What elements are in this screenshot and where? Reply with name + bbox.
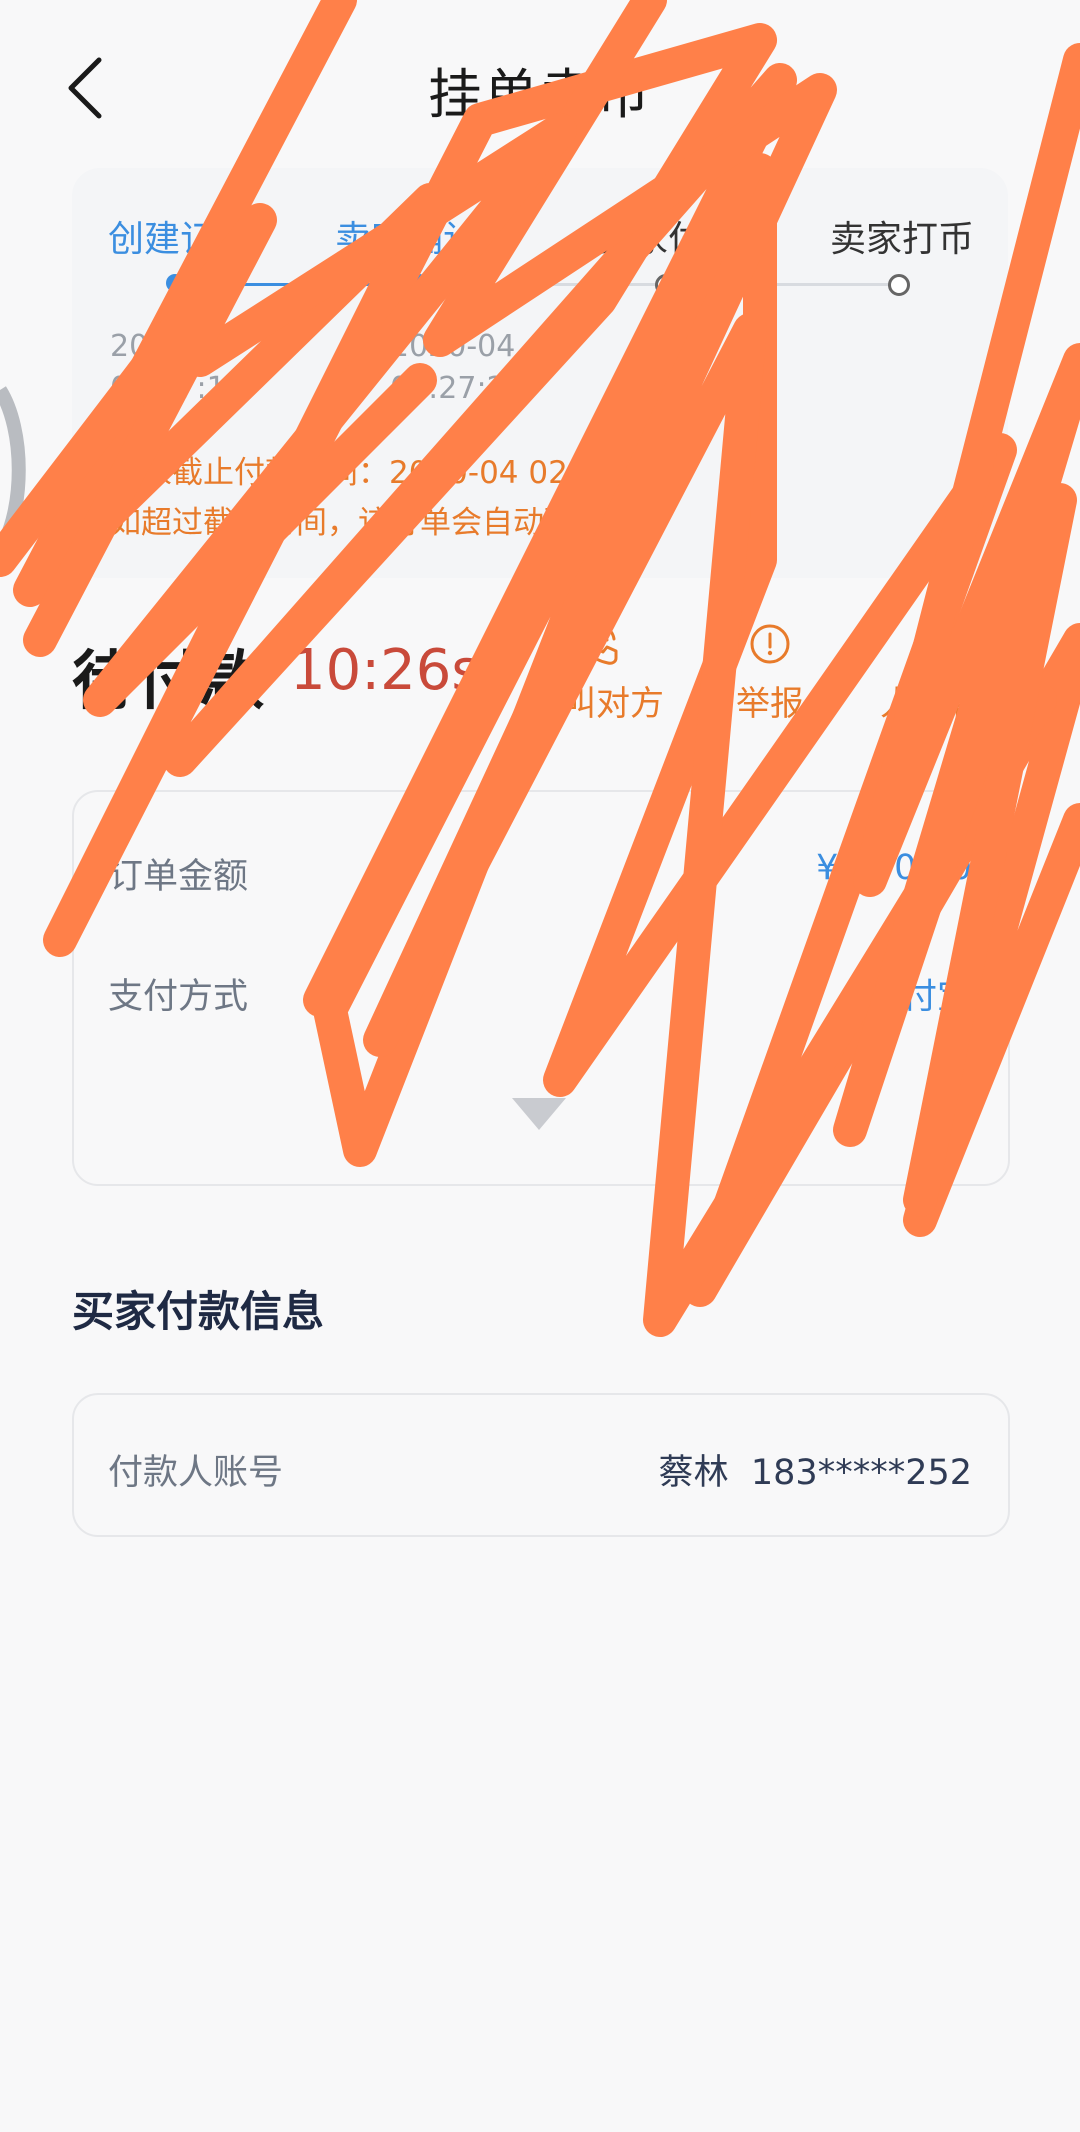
step-dot-2 (410, 274, 428, 292)
customer-service-button[interactable]: 人工客服 (880, 618, 1016, 725)
payer-account-number: 183*****252 (750, 1453, 972, 1493)
progress-track-done (172, 283, 418, 286)
order-amount-value: ¥ 100.00 (816, 848, 972, 888)
report-button[interactable]: 举报 (736, 618, 804, 725)
step-1-time: 2020-04 02:27:11 (110, 329, 245, 406)
payment-method-label: 支付方式 (108, 977, 249, 1017)
payer-name: 蔡林 (658, 1453, 729, 1493)
call-counterparty-button[interactable]: 呼叫对方 (528, 618, 664, 725)
step-buyer-pay: 买家付款 (596, 219, 741, 260)
payer-account-value: 蔡林 183*****252 (659, 1444, 972, 1495)
payer-account-label: 付款人账号 (108, 1453, 284, 1493)
payment-method-value: 支付宝 (866, 977, 972, 1017)
buyer-payment-section-title: 买家付款信息 (72, 1287, 325, 1336)
step-seller-release: 卖家打币 (830, 219, 975, 260)
step-2-time: 2020-04 02:27:20 (390, 329, 525, 406)
countdown-timer: 10:26s (290, 638, 481, 703)
support-icon (927, 625, 969, 665)
step-seller-confirm: 卖家确认 (335, 219, 480, 260)
step-dot-3 (655, 274, 677, 296)
order-amount-label: 订单金额 (108, 857, 249, 897)
order-status-title: 待付款 (72, 645, 264, 719)
expand-details-arrow-icon[interactable] (512, 1098, 566, 1130)
phone-icon (575, 622, 618, 665)
step-dot-1 (166, 274, 184, 292)
step-dot-4 (888, 274, 910, 296)
report-icon (750, 624, 790, 664)
step-create-order: 创建订单 (108, 219, 253, 260)
page-title: 挂单卖币 (428, 63, 652, 126)
edge-shadow-decoration (0, 386, 26, 554)
payment-deadline-notice: 买家截止付款时间：2020-04 02:37:11 如超过截止时间，该订单会自动… (110, 455, 668, 541)
